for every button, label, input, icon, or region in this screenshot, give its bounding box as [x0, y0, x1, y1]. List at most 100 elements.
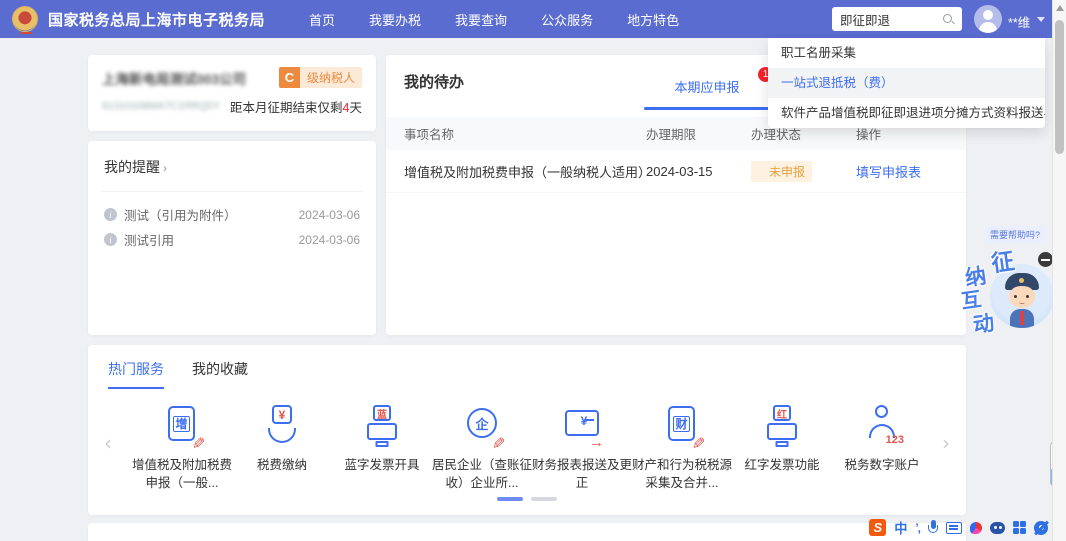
chat-icon[interactable]: [990, 522, 1005, 534]
printer-icon: 蓝: [359, 403, 405, 449]
chevron-down-icon[interactable]: [1037, 17, 1045, 22]
service-label: 财务报表报送及更正: [532, 456, 632, 492]
services-row: 增 增值税及附加税费申报（一般... ¥ 税费缴纳 蓝 蓝字发票开具: [132, 403, 922, 492]
reminder-date: 2024-03-06: [299, 233, 360, 247]
scrollbar-thumb[interactable]: [1055, 20, 1064, 154]
suggestion-item-highlighted[interactable]: 一站式退抵税（费）: [768, 68, 1045, 98]
service-blue-invoice[interactable]: 蓝 蓝字发票开具: [332, 403, 432, 492]
icon-glyph: 财: [673, 416, 689, 432]
suggestion-item[interactable]: 软件产品增值税即征即退进项分摊方式资料报送与信息采集: [768, 98, 1045, 128]
main-nav: 首页 我要办税 我要查询 公众服务 地方特色: [309, 10, 679, 29]
reminders-card: 我的提醒› i 测试（引用为附件） 2024-03-06 i 测试引用 2024…: [88, 141, 376, 335]
minimize-button[interactable]: [1038, 252, 1053, 267]
search-icon[interactable]: [942, 13, 954, 25]
sogou-logo-icon[interactable]: S: [869, 519, 886, 536]
nav-home[interactable]: 首页: [309, 10, 335, 29]
doc-pencil-icon: 财: [659, 403, 705, 449]
deadline-prefix: 距本月征期结束仅剩: [230, 101, 343, 115]
service-financial-report[interactable]: ¥ 财务报表报送及更正: [532, 403, 632, 492]
user-avatar[interactable]: [974, 5, 1002, 33]
reminders-title[interactable]: 我的提醒›: [104, 157, 360, 177]
help-bubble[interactable]: 需要帮助吗?: [985, 226, 1045, 243]
assistant-char: 动: [971, 307, 996, 340]
icon-glyph: 增: [173, 416, 189, 432]
user-name[interactable]: **维: [1008, 12, 1030, 31]
service-label: 税务数字账户: [832, 456, 932, 474]
toolbox-icon[interactable]: [1013, 521, 1026, 534]
carousel-next-icon[interactable]: ›: [942, 431, 950, 455]
todo-item-name: 增值税及附加税费申报（一般纳税人适用）: [386, 162, 646, 181]
carousel-prev-icon[interactable]: ‹: [104, 431, 112, 455]
circle-pencil-icon: 企: [459, 403, 505, 449]
icon-glyph: 红: [773, 405, 791, 421]
pager-dot[interactable]: [531, 497, 557, 501]
service-label: 蓝字发票开具: [332, 456, 432, 474]
service-label: 红字发票功能: [732, 456, 832, 474]
service-red-invoice[interactable]: 红 红字发票功能: [732, 403, 832, 492]
printer-icon: 红: [759, 403, 805, 449]
reminders-title-text: 我的提醒: [104, 159, 160, 175]
service-property-behavior-tax[interactable]: 财 财产和行为税税源采集及合并...: [632, 403, 732, 492]
person-digits-icon: 123: [859, 403, 905, 449]
tax-assistant-widget[interactable]: 需要帮助吗? 征 纳 互 动: [958, 220, 1052, 336]
icon-glyph: ¥: [272, 405, 292, 424]
search-input[interactable]: [840, 12, 936, 26]
nav-tax-handling[interactable]: 我要办税: [369, 10, 421, 29]
service-label: 税费缴纳: [232, 456, 332, 474]
credit-grade-label: 级纳税人: [300, 69, 362, 86]
info-icon: i: [104, 208, 117, 221]
site-title: 国家税务总局上海市电子税务局: [48, 9, 265, 30]
tax-emblem-logo-icon: [12, 6, 38, 32]
service-vat-filing[interactable]: 增 增值税及附加税费申报（一般...: [132, 403, 232, 492]
top-navbar: 国家税务总局上海市电子税务局 首页 我要办税 我要查询 公众服务 地方特色 **…: [0, 0, 1052, 38]
icon-glyph: 蓝: [373, 405, 391, 421]
settings-gear-icon[interactable]: [1034, 521, 1048, 535]
punctuation-icon[interactable]: ’,: [915, 521, 920, 535]
service-label: 增值税及附加税费申报（一般...: [132, 456, 232, 492]
chinese-mode-icon[interactable]: 中: [894, 518, 907, 537]
nav-local-features[interactable]: 地方特色: [627, 10, 679, 29]
global-search[interactable]: [832, 7, 962, 31]
scroll-up-icon[interactable]: [1056, 5, 1064, 11]
reminder-item[interactable]: i 测试引用 2024-03-06: [104, 227, 360, 252]
doc-pencil-icon: 增: [159, 403, 205, 449]
reminder-date: 2024-03-06: [299, 208, 360, 222]
suggestion-item[interactable]: 职工名册采集: [768, 38, 1045, 68]
col-deadline: 办理期限: [646, 124, 751, 143]
reminder-text: 测试引用: [124, 230, 174, 249]
chevron-right-icon: ›: [163, 161, 167, 175]
reminder-item[interactable]: i 测试（引用为附件） 2024-03-06: [104, 202, 360, 227]
filing-deadline-note: 距本月征期结束仅剩4天: [230, 97, 362, 116]
tab-my-favorites[interactable]: 我的收藏: [192, 359, 248, 389]
browser-scrollbar[interactable]: [1052, 0, 1066, 541]
tab-hot-services[interactable]: 热门服务: [108, 359, 164, 389]
icon-glyph: 123: [886, 434, 904, 446]
mascot-body: [1010, 309, 1034, 328]
credit-grade-letter: C: [279, 67, 300, 88]
microphone-icon[interactable]: [928, 520, 938, 535]
icon-glyph: ¥: [565, 410, 599, 436]
reminder-text: 测试（引用为附件）: [124, 205, 237, 224]
nav-inquiry[interactable]: 我要查询: [455, 10, 507, 29]
skin-icon[interactable]: [970, 522, 982, 534]
nav-public-service[interactable]: 公众服务: [541, 10, 593, 29]
tab-current-period-filing[interactable]: 本期应申报: [644, 77, 770, 96]
pager-dot-active[interactable]: [497, 497, 523, 501]
service-resident-enterprise-tax[interactable]: 企 居民企业（查账征收）企业所...: [432, 403, 532, 492]
icon-glyph: 企: [467, 408, 497, 438]
fill-declaration-link[interactable]: 填写申报表: [856, 162, 966, 181]
keyboard-icon[interactable]: [946, 522, 962, 534]
col-item-name: 事项名称: [386, 124, 646, 143]
shanghai-etax-portal: 国家税务总局上海市电子税务局 首页 我要办税 我要查询 公众服务 地方特色 **…: [0, 0, 1066, 541]
active-tab-underline: [644, 107, 770, 110]
carousel-pager: [88, 497, 966, 501]
service-tax-payment[interactable]: ¥ 税费缴纳: [232, 403, 332, 492]
credit-grade-badge: C 级纳税人: [279, 67, 362, 88]
services-card: 热门服务 我的收藏 ‹ › 增 增值税及附加税费申报（一般... ¥ 税费缴纳: [88, 345, 966, 515]
services-tabs: 热门服务 我的收藏: [108, 359, 946, 389]
service-digital-tax-account[interactable]: 123 税务数字账户: [832, 403, 932, 492]
todo-item-deadline: 2024-03-15: [646, 164, 751, 179]
table-row: 增值税及附加税费申报（一般纳税人适用） 2024-03-15 未申报 填写申报表: [386, 150, 966, 193]
hand-pay-icon: ¥: [259, 403, 305, 449]
info-icon: i: [104, 233, 117, 246]
